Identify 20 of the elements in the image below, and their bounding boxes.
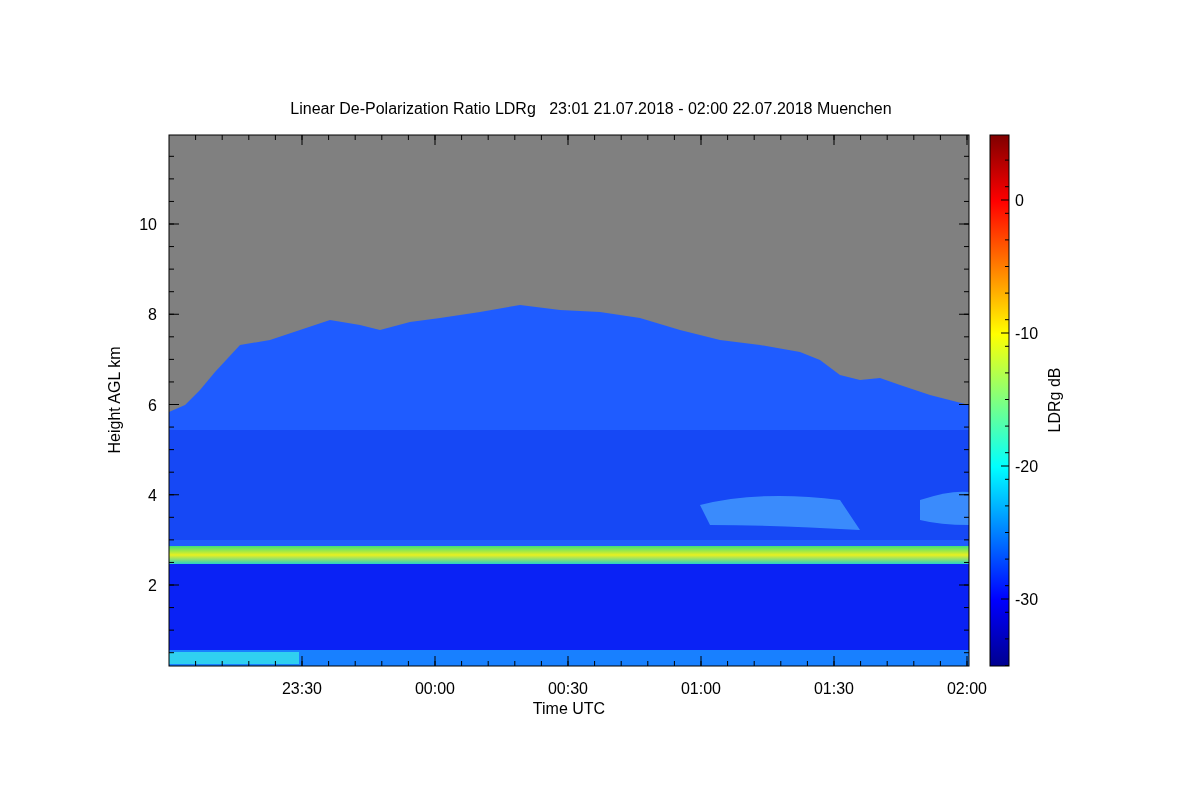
x-tick-label: 00:30: [548, 680, 588, 697]
colorbar-tick-label: -10: [1015, 325, 1039, 342]
y-tick-label: 10: [139, 216, 157, 233]
y-tick-label: 6: [148, 396, 157, 414]
x-tick-label: 01:00: [681, 680, 721, 697]
x-tick-label: 01:30: [814, 680, 854, 697]
cloud-patch: [920, 491, 969, 525]
colorbar-label: LDRg dB: [1046, 367, 1063, 433]
colorbar-tick-label: 0: [1015, 192, 1024, 209]
chart-title: Linear De-Polarization Ratio LDRg 23:01 21.07.2018 - 02:00 22.07.2018 Muenchen: [290, 100, 892, 117]
x-tick-label: 00:00: [415, 680, 455, 697]
colorbar-tick-label: -30: [1015, 591, 1039, 608]
x-tick-label: 23:30: [282, 680, 322, 697]
y-tick-label: 2: [148, 577, 157, 594]
y-tick-label: 4: [148, 486, 157, 504]
x-axis-label: Time UTC: [532, 700, 606, 717]
colorbar-tick-label: -20: [1015, 458, 1039, 475]
y-axis-label: Height AGL km: [106, 346, 123, 454]
y-tick-label: 8: [148, 306, 157, 324]
x-tick-label: 02:00: [947, 680, 987, 697]
